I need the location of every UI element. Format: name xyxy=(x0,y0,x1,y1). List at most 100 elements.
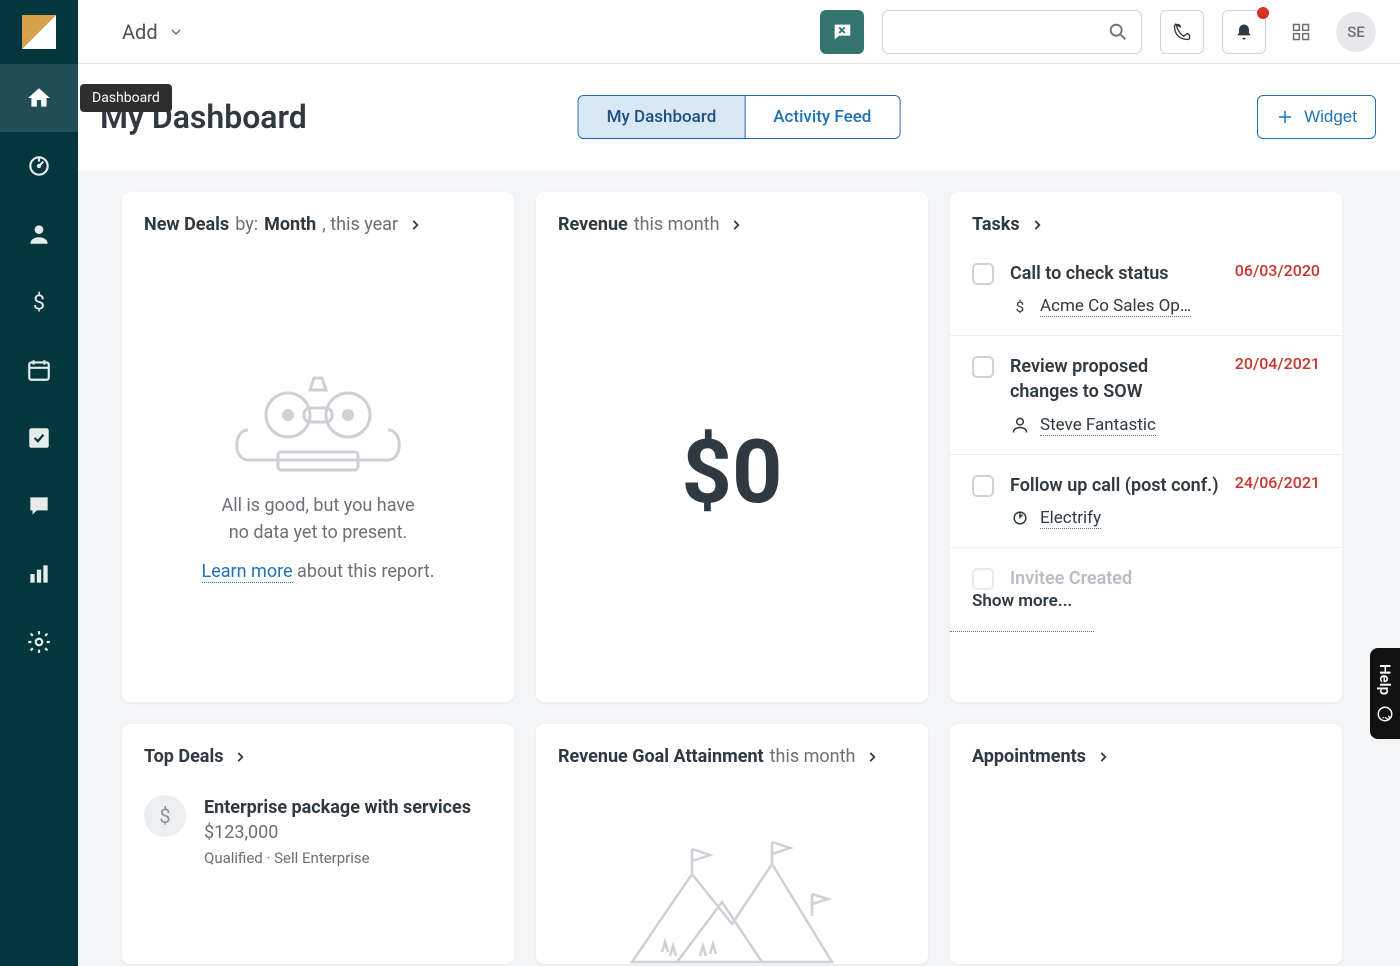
search-icon xyxy=(1107,21,1129,43)
task-row[interactable]: Review proposed changes to SOW Steve Fan… xyxy=(950,335,1342,453)
task-checkbox[interactable] xyxy=(972,475,994,497)
task-title: Follow up call (post conf.) xyxy=(1010,473,1219,498)
add-dropdown[interactable]: Add xyxy=(122,20,184,44)
deal-sub: Qualified · Sell Enterprise xyxy=(204,849,492,867)
new-deals-title: New Deals xyxy=(144,214,229,235)
tab-activity-feed[interactable]: Activity Feed xyxy=(744,96,899,138)
task-row[interactable]: Follow up call (post conf.) Electrify 24… xyxy=(950,454,1342,547)
card-header-revenue[interactable]: Revenue this month xyxy=(536,192,928,243)
sidebar-item-contacts[interactable] xyxy=(0,200,78,268)
check-square-icon xyxy=(26,425,52,451)
card-revenue-goal: Revenue Goal Attainment this month xyxy=(536,724,928,964)
help-circle-icon: ? xyxy=(1376,705,1394,723)
card-new-deals: New Deals by: Month , this year Al xyxy=(122,192,514,702)
task-checkbox[interactable] xyxy=(972,356,994,378)
calendar-icon xyxy=(26,357,52,383)
card-header-new-deals[interactable]: New Deals by: Month , this year xyxy=(122,192,514,243)
card-tasks: Tasks Call to check status $ Acme Co Sal… xyxy=(950,192,1342,702)
task-date: 06/03/2020 xyxy=(1235,261,1320,317)
bell-icon xyxy=(1234,22,1254,42)
person-icon xyxy=(1010,415,1030,435)
task-checkbox[interactable] xyxy=(972,568,994,590)
dollar-icon: $ xyxy=(1010,297,1030,317)
lead-icon xyxy=(1010,508,1030,528)
sidebar-item-reports[interactable] xyxy=(0,540,78,608)
phone-icon xyxy=(1172,22,1192,42)
notification-dot xyxy=(1257,7,1269,19)
sidebar-item-leads[interactable] xyxy=(0,132,78,200)
plus-icon xyxy=(1276,108,1294,126)
dollar-icon: $ xyxy=(26,289,52,315)
task-related[interactable]: Electrify xyxy=(1010,508,1219,529)
revenue-goal-title: Revenue Goal Attainment xyxy=(558,746,764,767)
svg-text:$: $ xyxy=(1016,298,1024,316)
task-related[interactable]: Steve Fantastic xyxy=(1010,415,1219,436)
task-title: Review proposed changes to SOW xyxy=(1010,354,1219,404)
card-header-appointments[interactable]: Appointments xyxy=(950,724,1342,775)
card-header-revenue-goal[interactable]: Revenue Goal Attainment this month xyxy=(536,724,928,775)
new-deals-empty-state: All is good, but you have no data yet to… xyxy=(122,243,514,702)
top-deals-title: Top Deals xyxy=(144,746,223,767)
chevron-right-icon xyxy=(865,750,879,764)
chevron-right-icon xyxy=(233,750,247,764)
task-related[interactable]: $ Acme Co Sales Op… xyxy=(1010,296,1219,317)
sidebar-item-comms[interactable] xyxy=(0,472,78,540)
add-label: Add xyxy=(122,20,158,44)
top-deal-row[interactable]: $ Enterprise package with services $123,… xyxy=(122,775,514,867)
dashboard-grid: New Deals by: Month , this year Al xyxy=(78,170,1400,966)
brand-logo[interactable] xyxy=(0,0,78,64)
sidebar-item-dashboard[interactable]: Dashboard xyxy=(0,64,78,132)
chevron-right-icon xyxy=(408,218,422,232)
task-title: Invitee Created xyxy=(1010,566,1320,591)
mountain-flags-icon xyxy=(622,834,842,964)
revenue-title: Revenue xyxy=(558,214,628,235)
learn-more-link[interactable]: Learn more xyxy=(202,561,293,583)
call-button[interactable] xyxy=(1160,10,1204,54)
tasks-title: Tasks xyxy=(972,214,1020,235)
chat-icon xyxy=(26,493,52,519)
task-date: 20/04/2021 xyxy=(1235,354,1320,435)
sidebar-item-settings[interactable] xyxy=(0,608,78,676)
task-row[interactable]: Invitee Created xyxy=(950,547,1342,597)
revenue-value: $0 xyxy=(536,243,928,702)
chevron-right-icon xyxy=(729,218,743,232)
svg-text:?: ? xyxy=(1380,715,1391,720)
tab-my-dashboard[interactable]: My Dashboard xyxy=(579,96,745,138)
task-row[interactable]: Call to check status $ Acme Co Sales Op…… xyxy=(950,243,1342,335)
task-checkbox[interactable] xyxy=(972,263,994,285)
pinned-message-button[interactable] xyxy=(820,10,864,54)
task-date: 24/06/2021 xyxy=(1235,473,1320,529)
chevron-right-icon xyxy=(1030,218,1044,232)
sidebar-item-calendar[interactable] xyxy=(0,336,78,404)
target-icon xyxy=(26,153,52,179)
task-title: Call to check status xyxy=(1010,261,1219,286)
gear-icon xyxy=(26,629,52,655)
sell-logo-icon xyxy=(22,15,56,49)
bar-chart-icon xyxy=(26,561,52,587)
search-input[interactable] xyxy=(882,10,1142,54)
topbar: Add SE xyxy=(78,0,1400,64)
deal-title: Enterprise package with services $123,00… xyxy=(204,795,492,845)
sidebar-item-deals[interactable]: $ xyxy=(0,268,78,336)
message-close-icon xyxy=(831,21,853,43)
card-header-top-deals[interactable]: Top Deals xyxy=(122,724,514,775)
add-widget-button[interactable]: Widget xyxy=(1257,95,1376,139)
notifications-button[interactable] xyxy=(1222,10,1266,54)
tasks-list: Call to check status $ Acme Co Sales Op…… xyxy=(950,243,1342,597)
show-more-link[interactable]: Show more... xyxy=(950,591,1094,632)
view-tabs: My Dashboard Activity Feed xyxy=(578,95,901,139)
appointments-title: Appointments xyxy=(972,746,1086,767)
chevron-down-icon xyxy=(168,24,184,40)
help-tab[interactable]: Help ? xyxy=(1370,648,1400,739)
widget-button-label: Widget xyxy=(1304,107,1357,127)
revenue-goal-illustration xyxy=(536,775,928,964)
apps-button[interactable] xyxy=(1284,15,1318,49)
binoculars-illustration-icon xyxy=(218,360,418,480)
sidebar-item-tasks[interactable] xyxy=(0,404,78,472)
dollar-icon: $ xyxy=(144,795,186,837)
user-avatar[interactable]: SE xyxy=(1336,12,1376,52)
card-revenue: Revenue this month $0 xyxy=(536,192,928,702)
card-header-tasks[interactable]: Tasks xyxy=(950,192,1342,243)
card-top-deals: Top Deals $ Enterprise package with serv… xyxy=(122,724,514,964)
apps-grid-icon xyxy=(1291,22,1311,42)
